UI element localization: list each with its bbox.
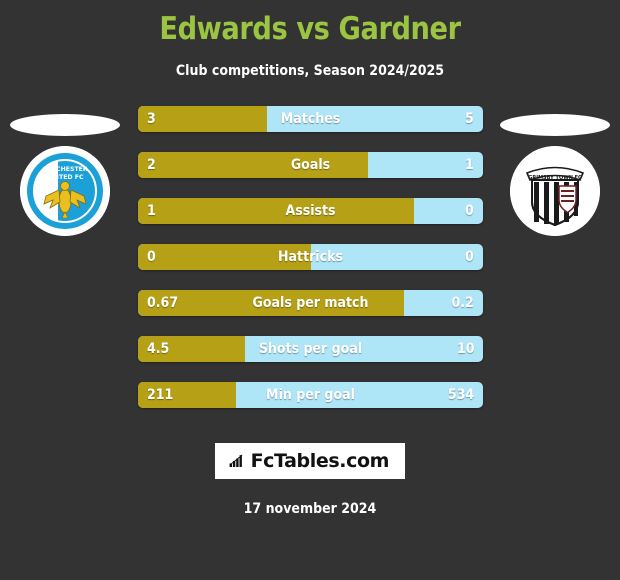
stat-label: Shots per goal xyxy=(258,341,363,357)
fctables-logo[interactable]: FcTables.com xyxy=(215,443,405,479)
away-value: 10 xyxy=(456,341,474,357)
away-team-badge: GRIMSBY TOWN FC xyxy=(510,146,600,236)
away-team-column: GRIMSBY TOWN FC xyxy=(490,106,620,326)
stat-label: Assists xyxy=(285,203,336,219)
away-value: 0 xyxy=(465,249,474,265)
stat-row: 1 Assists 0 xyxy=(138,198,483,224)
page-title: Edwards vs Gardner xyxy=(159,11,461,47)
page-header: Edwards vs Gardner Club competitions, Se… xyxy=(0,0,620,79)
fctables-logo-text: FcTables.com xyxy=(250,450,390,472)
grimsby-town-crest-icon: GRIMSBY TOWN FC xyxy=(510,146,600,236)
away-badge-text: GRIMSBY TOWN FC xyxy=(528,175,582,181)
generated-date: 17 november 2024 xyxy=(243,501,377,517)
home-team-badge: COLCHESTER UNITED FC xyxy=(20,146,110,236)
away-value: 534 xyxy=(447,387,474,403)
stat-label: Hattricks xyxy=(278,249,343,265)
away-value: 1 xyxy=(465,157,474,173)
stat-label: Matches xyxy=(280,111,341,127)
away-value: 0.2 xyxy=(451,295,474,311)
stat-row: 211 Min per goal 534 xyxy=(138,382,483,408)
away-badge-highlight-ellipse xyxy=(500,114,610,136)
stat-row: 2 Goals 1 xyxy=(138,152,483,178)
page-subtitle: Club competitions, Season 2024/2025 xyxy=(175,63,445,79)
stat-row: 3 Matches 5 xyxy=(138,106,483,132)
stats-list: 3 Matches 5 2 Goals 1 1 Assists 0 0 Hatt… xyxy=(138,106,483,408)
home-badge-highlight-ellipse xyxy=(10,114,120,136)
colchester-united-crest-icon: COLCHESTER UNITED FC xyxy=(20,146,110,236)
away-value: 5 xyxy=(465,111,474,127)
page-footer: FcTables.com 17 november 2024 xyxy=(0,443,620,517)
stat-row: 0.67 Goals per match 0.2 xyxy=(138,290,483,316)
stat-row: 4.5 Shots per goal 10 xyxy=(138,336,483,362)
stat-label: Goals xyxy=(290,157,331,173)
stat-label: Min per goal xyxy=(266,387,355,403)
stat-label: Goals per match xyxy=(252,295,369,311)
bar-chart-arrow-icon xyxy=(229,454,243,467)
home-team-column: COLCHESTER UNITED FC xyxy=(0,106,130,326)
stat-row: 0 Hattricks 0 xyxy=(138,244,483,270)
home-badge-line2: UNITED FC xyxy=(46,174,83,181)
home-badge-line1: COLCHESTER xyxy=(42,166,88,173)
comparison-area: COLCHESTER UNITED FC 3 Matches 5 2 Goals… xyxy=(0,106,620,416)
away-value: 0 xyxy=(465,203,474,219)
